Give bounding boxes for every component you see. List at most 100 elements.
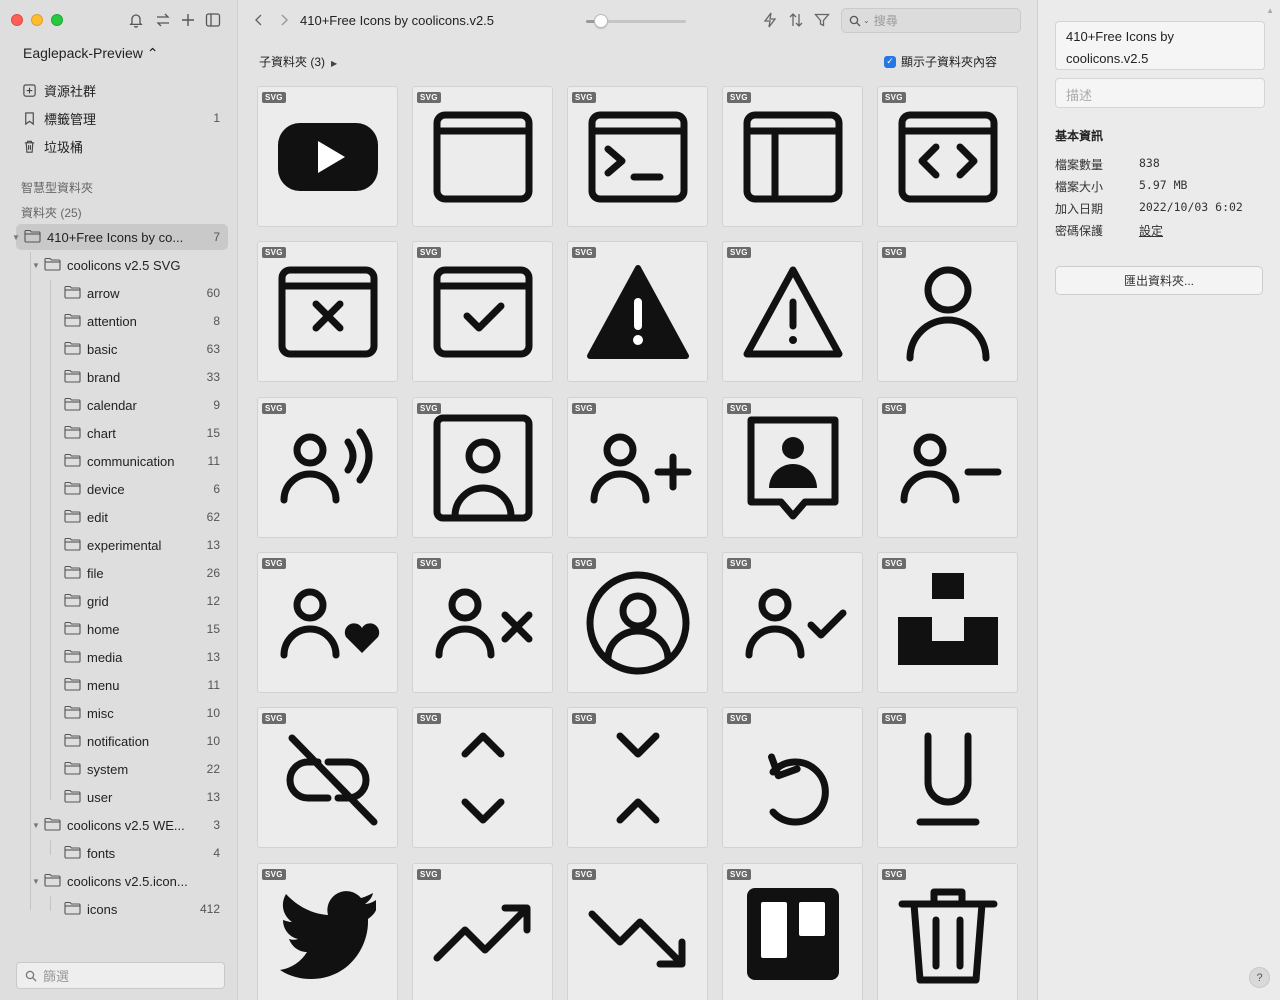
disclosure-down-icon[interactable]: ▼ — [32, 877, 40, 886]
asset-card[interactable]: SVG — [412, 241, 553, 383]
asset-card[interactable]: SVG — [567, 86, 708, 227]
trending-up-icon — [433, 904, 531, 961]
folder-item-attention[interactable]: attention 8 — [16, 308, 228, 334]
folder-item-communication[interactable]: communication 11 — [16, 448, 228, 474]
asset-card[interactable]: SVG — [412, 551, 553, 693]
folder-item-coolicons-v2-5-svg[interactable]: ▼ coolicons v2.5 SVG — [16, 252, 228, 278]
folder-item-icons[interactable]: icons 412 — [16, 896, 228, 922]
folder-item-media[interactable]: media 13 — [16, 644, 228, 670]
folder-item-basic[interactable]: basic 63 — [16, 336, 228, 362]
asset-card[interactable]: SVG — [722, 707, 863, 849]
asset-card[interactable]: SVG — [567, 707, 708, 849]
folders-label[interactable]: 資料夾 (25) — [21, 204, 82, 221]
asset-card[interactable]: SVG — [877, 396, 1018, 538]
folder-item-coolicons-v2-5-we[interactable]: ▼ coolicons v2.5 WE... 3 — [16, 812, 228, 838]
lightning-icon — [763, 12, 777, 28]
asset-card[interactable]: SVG — [412, 396, 553, 538]
toggle-sidebar-icon[interactable] — [204, 11, 222, 29]
sort-button[interactable] — [787, 11, 805, 29]
folder-item-home[interactable]: home 15 — [16, 616, 228, 642]
asset-grid: SVG SVG SVG SVG SVG SVG SVG SVG SVG SVG SVG SVG SVG S… — [257, 86, 1027, 1000]
nav-tags[interactable]: 標籤管理 1 — [22, 107, 226, 129]
folder-item-user[interactable]: user 13 — [16, 784, 228, 810]
folder-label: misc — [87, 705, 114, 721]
nav-trash[interactable]: 垃圾桶 — [22, 135, 226, 157]
asset-card[interactable]: SVG — [722, 241, 863, 383]
nav-community[interactable]: 資源社群 — [22, 79, 226, 101]
folder-name-field[interactable]: 410+Free Icons by coolicons.v2.5 — [1055, 21, 1265, 70]
folder-label: coolicons v2.5 SVG — [67, 257, 181, 273]
asset-card[interactable]: SVG — [877, 862, 1018, 1000]
asset-card[interactable]: SVG — [412, 862, 553, 1000]
asset-card[interactable]: SVG — [722, 862, 863, 1000]
asset-card[interactable]: SVG — [257, 862, 398, 1000]
asset-card[interactable]: SVG — [257, 396, 398, 538]
warning-filled-icon — [587, 265, 689, 360]
folder-item-experimental[interactable]: experimental 13 — [16, 532, 228, 558]
close-window-button[interactable] — [11, 14, 23, 26]
search-input[interactable]: ⌄ 搜尋 — [841, 8, 1021, 33]
asset-card[interactable]: SVG — [567, 862, 708, 1000]
add-icon[interactable] — [179, 11, 197, 29]
asset-card[interactable]: SVG — [877, 707, 1018, 849]
back-button[interactable] — [250, 11, 268, 29]
disclosure-down-icon[interactable]: ▼ — [32, 821, 40, 830]
asset-card[interactable]: SVG — [877, 86, 1018, 227]
show-subfolder-content-checkbox[interactable]: ✓ 顯示子資料夾內容 — [883, 53, 997, 70]
password-set-link[interactable]: 設定 — [1139, 222, 1163, 239]
sync-icon[interactable] — [154, 11, 172, 29]
filter-input[interactable]: 篩選 — [16, 962, 225, 989]
folder-item-file[interactable]: file 26 — [16, 560, 228, 586]
asset-card[interactable]: SVG — [877, 241, 1018, 383]
scroll-up-icon[interactable]: ▲ — [1266, 6, 1274, 15]
folder-item-notification[interactable]: notification 10 — [16, 728, 228, 754]
folder-item-misc[interactable]: misc 10 — [16, 700, 228, 726]
help-button[interactable]: ? — [1249, 967, 1270, 988]
library-switcher[interactable]: Eaglepack-Preview ⌃ — [23, 45, 158, 62]
folder-item-410-free-icons-by-co[interactable]: ▼ 410+Free Icons by co... 7 — [12, 224, 228, 250]
smart-folders-label[interactable]: 智慧型資料夾 — [21, 179, 93, 196]
asset-card[interactable]: SVG — [567, 551, 708, 693]
disclosure-down-icon[interactable]: ▼ — [32, 261, 40, 270]
asset-card[interactable]: SVG — [567, 396, 708, 538]
folder-item-edit[interactable]: edit 62 — [16, 504, 228, 530]
folder-icon — [64, 369, 87, 386]
folder-item-grid[interactable]: grid 12 — [16, 588, 228, 614]
folder-icon — [44, 817, 67, 834]
export-folder-button[interactable]: 匯出資料夾... — [1055, 266, 1263, 295]
asset-card[interactable]: SVG — [412, 86, 553, 227]
zoom-slider-knob[interactable] — [594, 14, 608, 28]
forward-button[interactable] — [275, 11, 293, 29]
bell-icon[interactable] — [127, 11, 145, 29]
description-field[interactable]: 描述 — [1055, 78, 1265, 108]
zoom-window-button[interactable] — [51, 14, 63, 26]
folder-item-device[interactable]: device 6 — [16, 476, 228, 502]
disclosure-down-icon[interactable]: ▼ — [12, 233, 20, 242]
folder-item-arrow[interactable]: arrow 60 — [16, 280, 228, 306]
folder-item-system[interactable]: system 22 — [16, 756, 228, 782]
subfolders-toggle[interactable]: 子資料夾 (3) ▶ — [259, 53, 337, 70]
folder-count: 13 — [206, 538, 220, 552]
folder-item-menu[interactable]: menu 11 — [16, 672, 228, 698]
folder-item-fonts[interactable]: fonts 4 — [16, 840, 228, 866]
checkbox-icon[interactable]: ✓ — [883, 55, 896, 68]
asset-card[interactable]: SVG — [722, 86, 863, 227]
asset-card[interactable]: SVG — [877, 551, 1018, 693]
asset-card[interactable]: SVG — [412, 707, 553, 849]
filter-button[interactable] — [813, 11, 831, 29]
asset-card[interactable]: SVG — [257, 707, 398, 849]
minimize-window-button[interactable] — [31, 14, 43, 26]
folder-item-brand[interactable]: brand 33 — [16, 364, 228, 390]
asset-card[interactable]: SVG — [567, 241, 708, 383]
folder-item-calendar[interactable]: calendar 9 — [16, 392, 228, 418]
asset-card[interactable]: SVG — [257, 551, 398, 693]
asset-card[interactable]: SVG — [722, 396, 863, 538]
asset-card[interactable]: SVG — [257, 241, 398, 383]
chevron-down-icon[interactable]: ⌄ — [863, 16, 870, 25]
zoom-slider[interactable] — [586, 14, 686, 28]
folder-item-chart[interactable]: chart 15 — [16, 420, 228, 446]
asset-card[interactable]: SVG — [257, 86, 398, 227]
asset-card[interactable]: SVG — [722, 551, 863, 693]
folder-item-coolicons-v2-5-icon[interactable]: ▼ coolicons v2.5.icon... — [16, 868, 228, 894]
quick-action-button[interactable] — [761, 11, 779, 29]
